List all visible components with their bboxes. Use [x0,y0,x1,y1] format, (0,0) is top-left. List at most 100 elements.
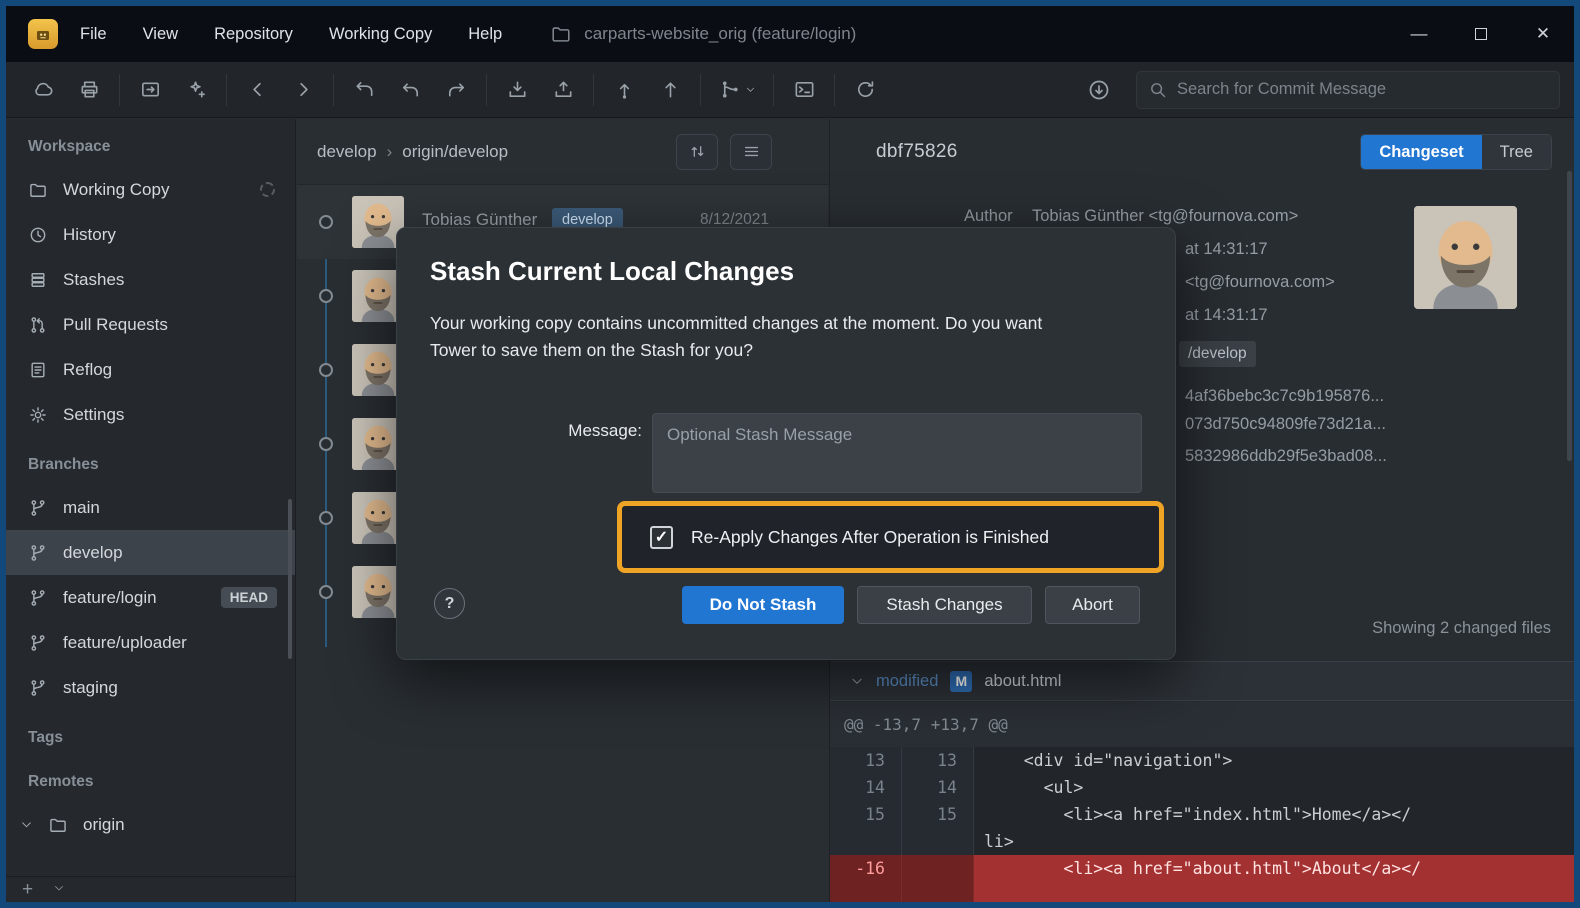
sidebar-branch-staging[interactable]: staging [6,665,295,710]
sidebar-remote-origin[interactable]: origin [6,802,295,847]
list-options-button[interactable] [730,134,772,170]
window-controls: — ✕ [1388,6,1574,62]
printer-button[interactable] [66,68,112,112]
refresh-button[interactable] [842,68,888,112]
sidebar-item-pull-requests[interactable]: Pull Requests [6,302,295,347]
open-repository-button[interactable] [127,68,173,112]
reapply-checkbox[interactable]: ✓ [650,526,673,549]
fetch-button[interactable] [1076,68,1122,112]
menu-file[interactable]: File [80,25,107,44]
add-repository-button[interactable]: + [22,880,33,899]
help-button[interactable]: ? [434,588,465,619]
new-line-number: 14 [902,774,974,801]
section-remotes: Remotes [6,762,295,802]
sidebar: Workspace Working Copy History Stashes P… [6,119,296,902]
pull-button[interactable] [647,68,693,112]
stash-icon [506,78,529,101]
sidebar-branch-feature-login[interactable]: feature/login HEAD [6,575,295,620]
back-button[interactable] [234,68,280,112]
window-title-text: carparts-website_orig (feature/login) [584,24,856,44]
forward-icon [292,78,315,101]
terminal-button[interactable] [781,68,827,112]
cloud-button[interactable] [20,68,66,112]
forward-button[interactable] [280,68,326,112]
sidebar-item-label: origin [83,815,125,835]
pull-request-icon [28,315,48,335]
app-window: File View Repository Working Copy Help c… [6,6,1574,902]
push-icon [613,78,636,101]
checkout-button[interactable] [341,68,387,112]
toolbar-separator [119,74,120,106]
sidebar-item-settings[interactable]: Settings [6,392,295,437]
screenshot-frame: File View Repository Working Copy Help c… [0,0,1580,908]
detail-header: dbf75826 Changeset Tree [830,119,1574,185]
do-not-stash-button[interactable]: Do Not Stash [682,586,844,624]
commit-node-icon [319,289,333,303]
abort-button[interactable]: Abort [1045,586,1140,624]
search-icon [1147,79,1168,100]
undo-button[interactable] [387,68,433,112]
branch-icon [28,498,48,518]
undo-icon [399,78,422,101]
tab-changeset[interactable]: Changeset [1361,135,1481,169]
maximize-button[interactable] [1450,6,1512,62]
stash-message-input[interactable] [652,413,1142,493]
sidebar-item-label: Working Copy [63,180,169,200]
diff-line: 14 14 <ul> [830,774,1574,801]
code-text: <li><a href="index.html">Home</a></ [974,801,1574,828]
diff-file-header[interactable]: modified M about.html [830,661,1574,701]
refresh-icon [854,78,877,101]
redo-button[interactable] [433,68,479,112]
stash-button[interactable] [494,68,540,112]
sidebar-item-working-copy[interactable]: Working Copy [6,167,295,212]
cherry-pick-button[interactable] [173,68,219,112]
sidebar-item-history[interactable]: History [6,212,295,257]
breadcrumb-actions [676,134,772,170]
old-line-number: 15 [830,801,902,828]
sidebar-item-label: Reflog [63,360,112,380]
tower-app-icon[interactable] [28,19,58,49]
sidebar-item-label: feature/uploader [63,633,187,653]
sidebar-branch-main[interactable]: main [6,485,295,530]
commit-node-icon [319,363,333,377]
merge-button[interactable] [708,68,766,112]
stash-changes-button[interactable]: Stash Changes [857,586,1032,624]
hamburger-icon [742,142,761,161]
titlebar: File View Repository Working Copy Help c… [6,6,1574,62]
compare-branches-button[interactable] [676,134,718,170]
minimize-button[interactable]: — [1388,6,1450,62]
menu-view[interactable]: View [143,25,178,44]
menu-working-copy[interactable]: Working Copy [329,25,432,44]
tab-tree[interactable]: Tree [1482,135,1551,169]
breadcrumb-current-branch[interactable]: develop [317,142,377,162]
maximize-icon [1475,28,1487,40]
code-text: <li><a href="about.html">About</a></ [974,855,1574,902]
chevron-down-icon[interactable] [53,881,65,899]
sidebar-item-label: Pull Requests [63,315,168,335]
sidebar-branch-feature-uploader[interactable]: feature/uploader [6,620,295,665]
sidebar-item-stashes[interactable]: Stashes [6,257,295,302]
branch-breadcrumb-bar: develop › origin/develop [297,119,828,185]
breadcrumb-separator: › [387,142,393,162]
printer-icon [78,78,101,101]
sidebar-scrollbar[interactable] [288,499,292,659]
breadcrumb-tracking-branch[interactable]: origin/develop [402,142,508,162]
menu-repository[interactable]: Repository [214,25,293,44]
diff-line: 13 13 <div id="navigation"> [830,747,1574,774]
branch-badge[interactable]: /develop [1179,341,1256,367]
diff-line-wrap: li> [830,828,1574,855]
toolbar-separator [226,74,227,106]
push-button[interactable] [601,68,647,112]
sidebar-branch-develop[interactable]: develop [6,530,295,575]
annotation-highlight: ✓ Re-Apply Changes After Operation is Fi… [617,501,1164,573]
menu-help[interactable]: Help [468,25,502,44]
sidebar-item-reflog[interactable]: Reflog [6,347,295,392]
author-label: Author [964,207,1013,226]
apply-stash-button[interactable] [540,68,586,112]
detail-scrollbar[interactable] [1567,171,1572,461]
search-input[interactable] [1136,71,1560,109]
diff-line-removed: -16 <li><a href="about.html">About</a></ [830,855,1574,902]
toolbar-right [1076,68,1560,112]
close-button[interactable]: ✕ [1512,6,1574,62]
old-line-number [830,828,902,855]
